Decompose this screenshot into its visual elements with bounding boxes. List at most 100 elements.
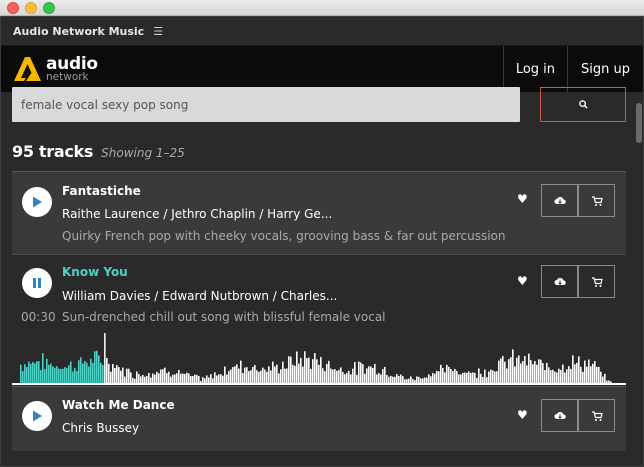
waveform-bar [202,377,204,383]
minimize-window-button[interactable] [25,2,37,14]
search-input[interactable] [12,87,520,122]
waveform-bar [408,378,410,383]
download-button[interactable] [541,399,578,432]
waveform-bar [136,371,138,383]
waveform-bar [368,366,370,383]
waveform-bar [314,353,316,383]
scrollbar-thumb[interactable] [636,103,642,143]
waveform-bar [456,370,458,383]
waveform-bar [478,368,480,383]
waveform-bar [132,377,134,383]
track-artists[interactable]: William Davies / Edward Nutbrown / Charl… [62,289,337,303]
waveform-bar [268,366,270,383]
download-button[interactable] [541,265,578,298]
waveform-bar [258,371,260,383]
waveform-bar [172,374,174,383]
waveform-bar [174,374,176,383]
waveform-bar [142,374,144,383]
track-title[interactable]: Fantastiche [62,184,141,198]
waveform-bar [230,369,232,383]
waveform-bar [284,368,286,383]
favorite-heart-icon[interactable]: ♥ [517,408,528,422]
track-count: 95 tracks [12,142,94,161]
waveform-bar [440,364,442,383]
waveform-bar [392,376,394,383]
waveform-bar [78,360,80,383]
play-button[interactable] [22,187,52,217]
track-row-playing[interactable]: Know You William Davies / Edward Nutbrow… [12,254,626,386]
favorite-heart-icon[interactable]: ♥ [517,274,528,288]
waveform-bar [154,374,156,383]
audio-network-logo-icon [14,57,41,81]
track-artists[interactable]: Chris Bussey [62,421,139,435]
waveform-bar [462,372,464,383]
waveform-bar [444,372,446,383]
search-button[interactable] [540,87,626,122]
playhead-marker[interactable] [104,333,106,385]
window-titlebar [0,0,644,16]
maximize-window-button[interactable] [43,2,55,14]
track-artists[interactable]: Raithe Laurence / Jethro Chaplin / Harry… [62,207,332,221]
waveform-bar [64,367,66,383]
waveform-bar [508,359,510,383]
waveform-bar [294,365,296,383]
waveform-bar [532,364,534,383]
site-header: audio network Log in Sign up [1,46,643,92]
cart-button[interactable] [578,399,615,432]
waveform-bar [124,376,126,383]
waveform-bar [400,374,402,383]
waveform-bar [178,369,180,383]
waveform-bar [526,365,528,383]
waveform-bar [350,374,352,383]
waveform-bar [188,373,190,383]
waveform-bar [406,379,408,383]
waveform-bar [292,364,294,383]
track-title[interactable]: Watch Me Dance [62,398,175,412]
waveform-bar [260,370,262,383]
track-title[interactable]: Know You [62,265,128,279]
waveform-bar [252,367,254,383]
waveform-bar [376,374,378,383]
close-window-button[interactable] [7,2,19,14]
waveform-bar [52,366,54,383]
waveform-bar [552,369,554,383]
waveform-bar [422,378,424,383]
play-button[interactable] [22,401,52,431]
waveform-bar [482,376,484,383]
waveform-bar [366,368,368,383]
waveform-bar [372,368,374,383]
cart-button[interactable] [578,184,615,217]
waveform-bar [282,361,284,383]
pause-icon [33,278,41,288]
waveform-scrubber[interactable] [12,333,626,385]
waveform-bar [438,371,440,383]
waveform-bar [34,363,36,383]
waveform-bar [356,374,358,383]
waveform-bar [86,362,88,383]
cart-button[interactable] [578,265,615,298]
signup-link[interactable]: Sign up [567,46,643,92]
play-icon [33,196,42,208]
waveform-bar [580,366,582,383]
waveform-bar [192,376,194,383]
download-button[interactable] [541,184,578,217]
logo[interactable]: audio network [1,46,503,92]
login-link[interactable]: Log in [502,46,567,92]
pause-button[interactable] [22,268,52,298]
track-row[interactable]: Fantastiche Raithe Laurence / Jethro Cha… [12,171,626,254]
track-row[interactable]: Watch Me Dance Chris Bussey ♥ [12,386,626,451]
hamburger-icon[interactable]: ☰ [153,25,163,38]
waveform-bar [326,363,328,383]
waveform-bar [118,367,120,383]
waveform-bar [530,360,532,383]
waveform-bar [460,374,462,383]
waveform-bar [246,367,248,383]
waveform-bar [412,379,414,383]
waveform-bar [562,364,564,383]
waveform-bar [270,370,272,383]
favorite-heart-icon[interactable]: ♥ [517,192,528,206]
waveform-bar [190,376,192,383]
waveform-bar [516,357,518,383]
waveform-bar [492,370,494,383]
waveform-bar [130,372,132,383]
